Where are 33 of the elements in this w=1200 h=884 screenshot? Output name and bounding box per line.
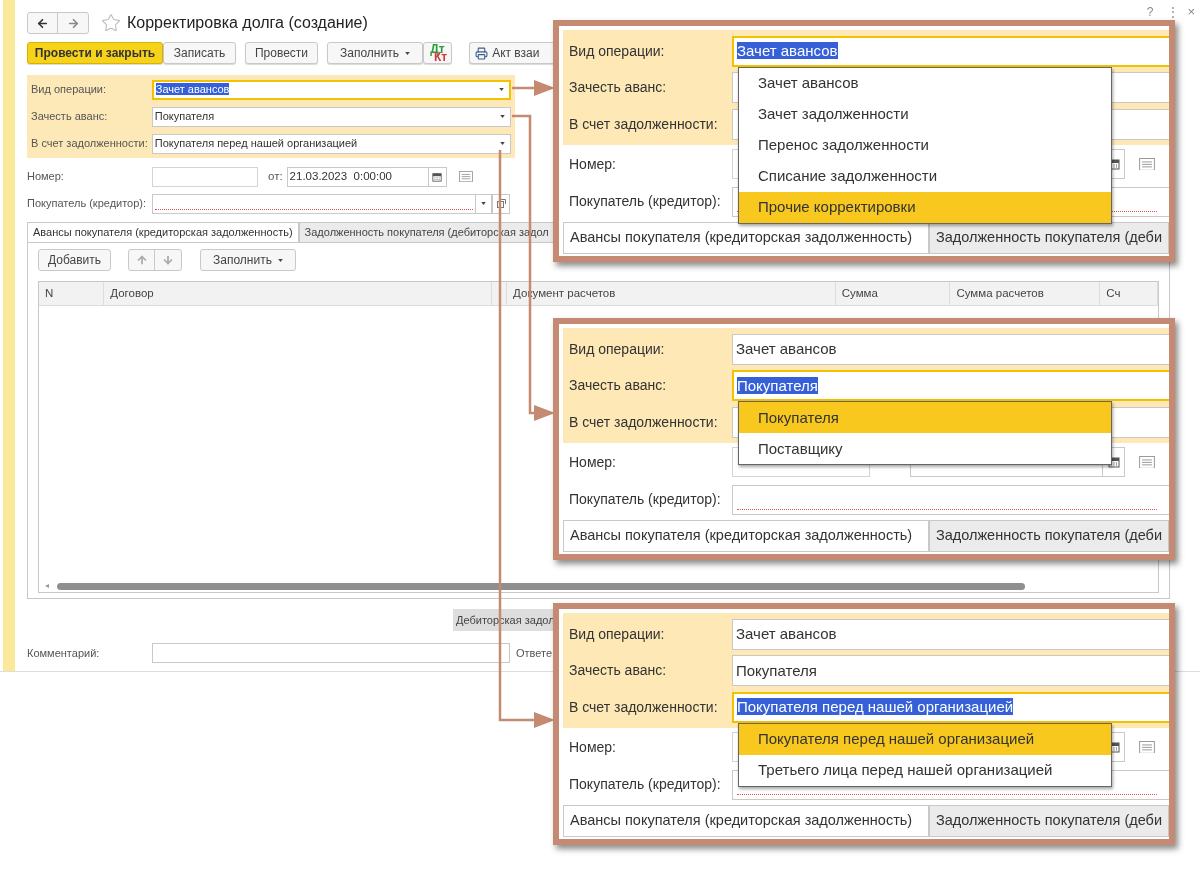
field-label: от: (268, 168, 283, 184)
field-label: Ответе (516, 645, 553, 661)
field-label: В счет задолженности: (568, 697, 719, 717)
field-value: Зачет авансов (737, 42, 838, 59)
field-label: Зачесть аванс: (31, 109, 109, 125)
field-label: Вид операции: (568, 41, 666, 61)
field-value: Покупателя (154, 110, 215, 123)
field-label: В счет задолженности: (568, 412, 719, 432)
field-label: В счет задолженности: (568, 114, 719, 134)
field-value: Покупателя (736, 661, 817, 679)
field-label: Номер: (568, 452, 617, 472)
field-label: В счет задолженности: (31, 136, 149, 152)
field-value: Зачет авансов (155, 83, 230, 96)
field-label: Номер: (568, 154, 617, 174)
field-label: Зачесть аванс: (568, 661, 668, 681)
field-label: Зачесть аванс: (568, 78, 668, 98)
field-label: Номер: (27, 169, 65, 185)
field-value: Зачет авансов (736, 625, 837, 642)
field-label: Покупатель (кредитор): (27, 196, 148, 212)
field-label: Комментарий: (27, 645, 101, 661)
field-label: Вид операции: (568, 339, 666, 359)
field-value: Зачет авансов (736, 340, 837, 357)
field-label: Зачесть аванс: (568, 376, 668, 396)
field-value: Покупателя перед нашей организацией (154, 137, 358, 150)
field-value: Покупателя перед нашей организацией (737, 698, 1014, 715)
field-label: Покупатель (кредитор): (568, 775, 722, 794)
field-label: Вид операции: (568, 624, 666, 644)
field-label: Покупатель (кредитор): (568, 192, 722, 211)
field-label: Номер: (568, 737, 617, 757)
field-label: Вид операции: (31, 82, 108, 98)
window-title: Корректировка долга (создание) (127, 13, 368, 33)
field-value: Покупателя (737, 376, 818, 394)
field-label: Покупатель (кредитор): (568, 490, 722, 509)
